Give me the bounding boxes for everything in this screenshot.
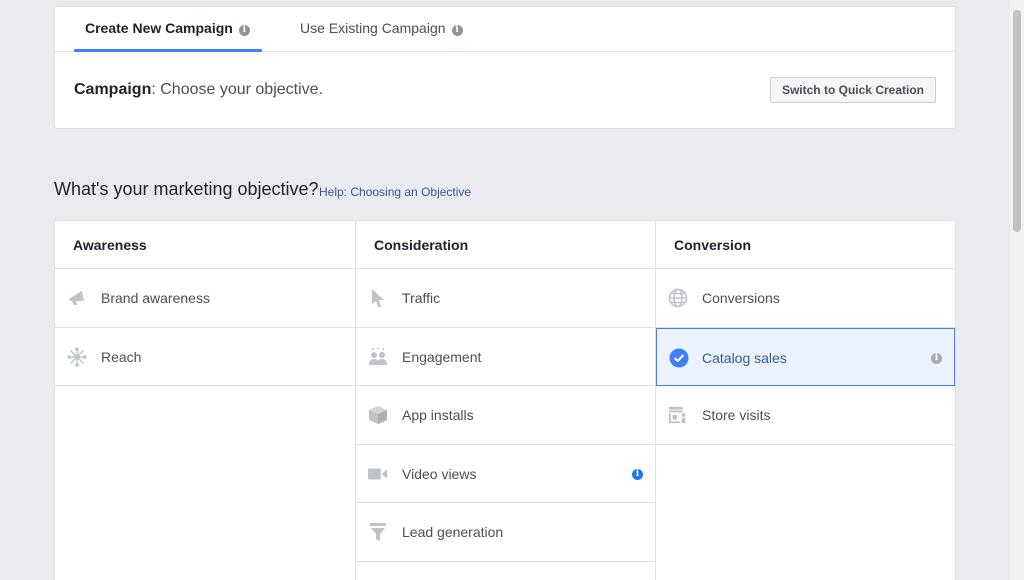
- objective-label: Reach: [101, 348, 142, 365]
- funnel-icon: [368, 522, 388, 542]
- store-icon: [668, 405, 688, 425]
- campaign-tabs: Create New Campaign i Use Existing Campai…: [55, 7, 955, 52]
- box-icon: [368, 405, 388, 425]
- megaphone-icon: [67, 288, 87, 308]
- objective-traffic[interactable]: Traffic: [356, 269, 655, 328]
- help-choosing-objective-link[interactable]: Help: Choosing an Objective: [319, 185, 471, 199]
- consideration-column: Consideration Traffic Engagement App ins…: [355, 221, 655, 580]
- objective-grid: Awareness Brand awareness Reach Consider…: [54, 220, 956, 580]
- globe-icon: [668, 288, 688, 308]
- info-icon[interactable]: i: [451, 25, 463, 36]
- video-camera-icon: [368, 464, 388, 484]
- page-scrollbar[interactable]: [1010, 0, 1024, 580]
- objective-store-visits[interactable]: Store visits: [656, 386, 955, 445]
- tab-use-existing-campaign-label: Use Existing Campaign: [300, 20, 446, 36]
- cursor-icon: [368, 288, 388, 308]
- objective-catalog-sales[interactable]: Catalog sales i: [656, 327, 955, 386]
- info-icon[interactable]: i: [238, 25, 250, 36]
- campaign-label: Campaign: [74, 81, 152, 98]
- objective-brand-awareness[interactable]: Brand awareness: [55, 269, 355, 328]
- switch-to-quick-creation-button[interactable]: Switch to Quick Creation: [769, 77, 936, 103]
- conversion-column: Conversion Conversions Catalog sales i S…: [655, 221, 955, 580]
- awareness-header: Awareness: [55, 221, 355, 269]
- campaign-prompt-text: : Choose your objective.: [151, 81, 323, 98]
- objective-label: Store visits: [702, 407, 771, 423]
- info-icon[interactable]: i: [632, 468, 643, 480]
- objective-conversions[interactable]: Conversions: [656, 269, 955, 328]
- objective-video-views[interactable]: Video views i: [356, 445, 655, 503]
- info-icon[interactable]: i: [931, 352, 942, 364]
- consideration-header: Consideration: [356, 221, 655, 269]
- objective-label: Conversions: [702, 290, 780, 306]
- tab-create-new-campaign-label: Create New Campaign: [85, 20, 233, 36]
- objective-label: Engagement: [402, 348, 482, 365]
- objective-label: Brand awareness: [101, 290, 210, 306]
- objective-engagement[interactable]: Engagement: [356, 328, 655, 386]
- objective-label: Lead generation: [402, 524, 504, 540]
- people-icon: [368, 347, 388, 367]
- awareness-column: Awareness Brand awareness Reach: [55, 221, 355, 580]
- objective-app-installs[interactable]: App installs: [356, 386, 655, 445]
- reach-icon: [67, 346, 87, 367]
- check-circle-icon: [669, 348, 689, 368]
- objective-lead-generation[interactable]: Lead generation: [356, 503, 655, 562]
- conversion-header: Conversion: [656, 221, 955, 269]
- scrollbar-thumb[interactable]: [1013, 10, 1021, 232]
- campaign-objective-prompt: Campaign: Choose your objective.: [74, 81, 323, 99]
- tab-create-new-campaign[interactable]: Create New Campaign i: [74, 7, 262, 52]
- objective-label: Traffic: [402, 290, 441, 306]
- campaign-panel: Create New Campaign i Use Existing Campai…: [54, 6, 956, 129]
- marketing-objective-title: What's your marketing objective?: [54, 179, 319, 199]
- objective-label: App installs: [402, 407, 474, 423]
- objective-label: Video views: [402, 465, 477, 482]
- tab-use-existing-campaign[interactable]: Use Existing Campaign i: [300, 7, 463, 52]
- objective-reach[interactable]: Reach: [55, 328, 355, 386]
- objective-label: Catalog sales: [702, 349, 787, 366]
